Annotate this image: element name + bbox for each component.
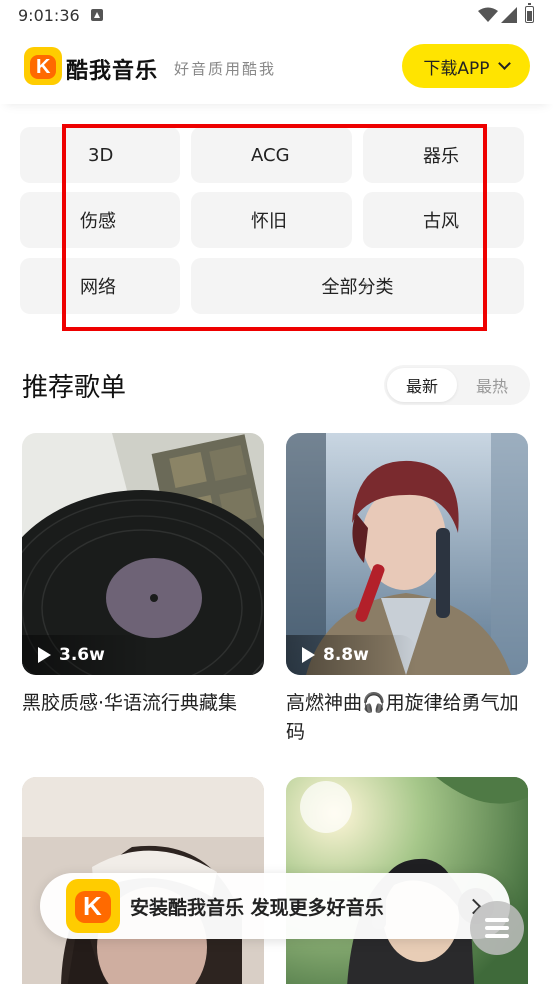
play-count: 3.6w: [59, 645, 105, 665]
category-label: 3D: [88, 144, 114, 166]
playlist-title[interactable]: 黑胶质感·华语流行典藏集: [22, 689, 264, 718]
all-categories-button[interactable]: 全部分类: [191, 258, 524, 314]
section-title: 推荐歌单: [22, 373, 127, 403]
category-instrumental[interactable]: 器乐: [363, 127, 524, 183]
sort-hottest-tab[interactable]: 最热: [457, 368, 527, 402]
app-header: K 酷我音乐 好音质用酷我 下载APP: [0, 34, 553, 104]
download-app-button[interactable]: 下载APP: [402, 44, 530, 88]
brand-slogan: 好音质用酷我: [174, 60, 277, 78]
category-label: 古风: [423, 211, 459, 232]
menu-icon-line: [485, 918, 509, 922]
category-label: 网络: [80, 277, 116, 298]
install-banner-text: 安装酷我音乐 发现更多好音乐: [130, 897, 384, 919]
menu-icon-line: [485, 926, 509, 930]
play-icon: [302, 647, 315, 663]
chevron-down-icon: [497, 57, 511, 70]
download-app-label: 下载APP: [423, 58, 490, 79]
playlist-title[interactable]: 高燃神曲🎧用旋律给勇气加码: [286, 689, 528, 747]
install-app-banner[interactable]: K 安装酷我音乐 发现更多好音乐: [40, 873, 510, 939]
playlist-cover-image[interactable]: 3.6w: [22, 433, 264, 675]
category-label: 伤感: [80, 211, 116, 232]
kuwo-app-icon: K: [66, 879, 120, 933]
brand-name[interactable]: 酷我音乐: [66, 53, 158, 85]
category-3d[interactable]: 3D: [20, 127, 180, 183]
category-ancient-style[interactable]: 古风: [363, 192, 524, 248]
category-nostalgia[interactable]: 怀旧: [191, 192, 352, 248]
play-count-badge: 8.8w: [286, 635, 416, 675]
playlist-cover-image[interactable]: 8.8w: [286, 433, 528, 675]
play-count: 8.8w: [323, 645, 369, 665]
category-label: ACG: [251, 144, 290, 166]
sort-toggle: 最新 最热: [384, 365, 530, 405]
category-sad[interactable]: 伤感: [20, 192, 180, 248]
category-label: 怀旧: [251, 211, 287, 232]
battery-icon: [525, 3, 534, 23]
wifi-icon: [478, 7, 498, 22]
menu-icon-line: [485, 934, 509, 938]
play-count-badge: 3.6w: [22, 635, 152, 675]
signal-icon: [501, 7, 517, 23]
notification-icon: [91, 9, 103, 21]
sort-latest-tab[interactable]: 最新: [387, 368, 457, 402]
category-label: 器乐: [423, 146, 459, 167]
category-acg[interactable]: ACG: [191, 127, 352, 183]
menu-fab-button[interactable]: [470, 901, 524, 955]
status-bar: 9:01:36: [0, 0, 553, 34]
status-time: 9:01:36: [18, 6, 80, 25]
play-icon: [38, 647, 51, 663]
category-internet[interactable]: 网络: [20, 258, 180, 314]
kuwo-logo-icon[interactable]: K: [24, 47, 62, 85]
